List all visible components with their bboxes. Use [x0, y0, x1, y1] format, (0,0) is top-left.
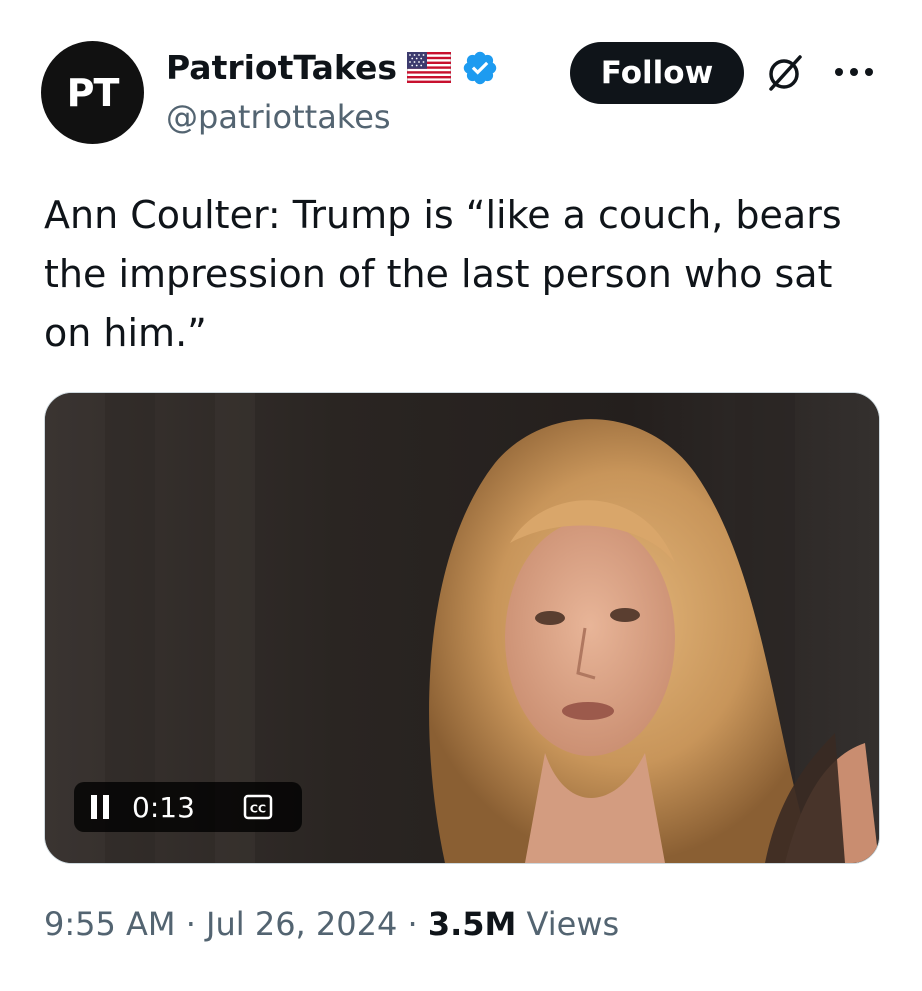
- avatar[interactable]: PT: [41, 41, 144, 144]
- meta-separator: ·: [185, 905, 196, 943]
- tweet-time[interactable]: 9:55 AM: [44, 905, 176, 943]
- follow-button[interactable]: Follow: [570, 42, 744, 104]
- captions-label: CC: [250, 803, 266, 816]
- display-name[interactable]: PatriotTakes: [166, 48, 397, 87]
- avatar-initials: PT: [66, 70, 120, 115]
- author-name-row: PatriotTakes: [166, 48, 499, 87]
- more-options-icon[interactable]: [833, 66, 875, 78]
- video-elapsed-time: 0:13: [132, 791, 195, 824]
- tweet-meta: 9:55 AM · Jul 26, 2024 · 3.5M Views: [44, 905, 619, 943]
- verified-badge-icon[interactable]: [461, 49, 499, 87]
- tweet-text: Ann Coulter: Trump is “like a couch, bea…: [44, 193, 854, 355]
- video-controls: 0:13 CC: [74, 782, 302, 832]
- meta-separator: ·: [407, 905, 418, 943]
- author-handle[interactable]: @patriottakes: [166, 98, 391, 136]
- video-player[interactable]: 0:13 CC: [44, 392, 880, 864]
- views-label[interactable]: Views: [527, 905, 620, 943]
- grok-icon[interactable]: [763, 51, 807, 95]
- closed-captions-icon[interactable]: CC: [243, 792, 273, 822]
- us-flag-icon: [406, 52, 451, 83]
- tweet-date[interactable]: Jul 26, 2024: [206, 905, 397, 943]
- pause-icon[interactable]: [90, 794, 110, 820]
- views-count[interactable]: 3.5M: [428, 905, 517, 943]
